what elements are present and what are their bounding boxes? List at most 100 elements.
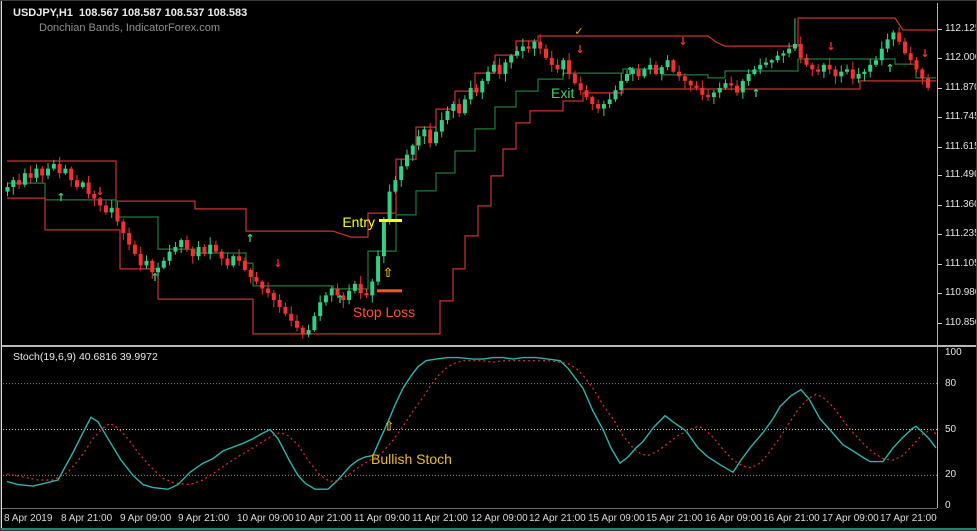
candle-body <box>862 71 867 74</box>
candle-body <box>804 57 809 65</box>
candle-body <box>561 60 566 70</box>
price-axis-label: 112.125 <box>945 23 977 34</box>
entry-level-line <box>379 219 402 222</box>
candle-body <box>167 251 172 261</box>
candle-body <box>86 182 91 194</box>
price-axis-tick <box>938 117 942 118</box>
candle-body <box>219 251 224 259</box>
candle-body <box>694 85 699 88</box>
candle-body <box>491 64 496 72</box>
candle-body <box>103 205 108 213</box>
candle-body <box>897 32 902 42</box>
down-arrow-marker: ↓ <box>95 185 104 198</box>
down-arrow-marker: ↓ <box>575 43 584 56</box>
price-axis-label: 110.850 <box>945 317 977 328</box>
candle-body <box>277 300 282 307</box>
entry-label: Entry <box>342 214 375 230</box>
candle-body <box>532 41 537 49</box>
candle-body <box>920 69 925 79</box>
candle-body <box>781 53 786 56</box>
candle-body <box>439 120 444 132</box>
candle-body <box>792 44 797 49</box>
price-axis-label: 110.980 <box>945 287 977 298</box>
candle-body <box>874 60 878 65</box>
candle-body <box>144 260 149 266</box>
time-axis-label: 12 Apr 09:00 <box>471 513 528 524</box>
stoch-axis-label: 80 <box>945 378 957 389</box>
candle-body <box>468 87 473 100</box>
candle-body <box>370 281 375 296</box>
stop_loss-label: Stop Loss <box>353 304 415 320</box>
price-axis-tick <box>938 264 942 265</box>
up-arrow-marker: ↑ <box>625 65 634 78</box>
candle-body <box>509 55 514 63</box>
candle-body <box>549 57 554 65</box>
candle-body <box>677 71 682 77</box>
candle-body <box>584 90 589 98</box>
candle-body <box>544 48 548 58</box>
price-axis-tick <box>938 175 942 176</box>
candle-body <box>5 187 10 192</box>
candle-body <box>856 74 861 79</box>
candle-body <box>410 145 415 155</box>
price-axis[interactable]: 112.125 112.000 111.870 111.745 111.615 111.4… <box>937 1 977 511</box>
indicator-attribution: Donchian Bands, IndicatorForex.com <box>39 22 220 34</box>
candle-body <box>115 207 120 222</box>
candle-body <box>422 129 427 137</box>
panel-divider[interactable] <box>1 345 976 347</box>
stoch-main-line <box>6 356 937 490</box>
candle-body <box>289 313 294 321</box>
candle-body <box>381 219 386 257</box>
price-axis-label: 111.105 <box>945 258 977 269</box>
candle-body <box>213 244 218 252</box>
candle-body <box>839 71 844 77</box>
candle-body <box>248 270 253 277</box>
candle-body <box>648 64 653 70</box>
up-arrow-marker: ↑ <box>335 293 344 306</box>
candle-body <box>503 62 508 74</box>
exit-label: Exit <box>551 85 574 101</box>
candle-body <box>567 60 572 74</box>
candle-body <box>613 90 618 100</box>
down-arrow-marker: ↓ <box>273 257 282 270</box>
stoch-hollow-up-arrow-marker: ⇧ <box>384 419 395 434</box>
candle-body <box>196 247 201 257</box>
candle-body <box>480 80 485 93</box>
time-axis-label: 16 Apr 09:00 <box>705 513 762 524</box>
candle-body <box>735 85 739 93</box>
time-axis[interactable]: 8 Apr 2019 8 Apr 21:00 9 Apr 09:00 9 Apr 21… <box>1 509 976 530</box>
candle-body <box>833 69 838 77</box>
stoch-axis-label: 100 <box>945 347 962 358</box>
candle-body <box>572 74 577 84</box>
price-axis-label: 111.745 <box>945 111 977 122</box>
up-arrow-marker: ↑ <box>751 87 760 100</box>
candle-body <box>717 87 722 93</box>
candle-body <box>428 129 433 144</box>
candle-body <box>619 80 624 91</box>
candle-body <box>445 110 450 121</box>
time-axis-label: 17 Apr 21:00 <box>880 513 937 524</box>
candle-body <box>497 64 502 74</box>
price-axis-label: 111.235 <box>945 228 977 239</box>
candle-body <box>486 71 491 81</box>
time-axis-label: 12 Apr 21:00 <box>529 513 586 524</box>
price-axis-label: 111.615 <box>945 141 977 152</box>
candle-body <box>347 290 352 300</box>
time-axis-label: 17 Apr 09:00 <box>822 513 879 524</box>
candle-body <box>775 55 780 61</box>
candle-body <box>706 94 711 98</box>
stoch-indicator-canvas[interactable]: ⇧ Bullish Stoch <box>3 347 937 509</box>
stoch-axis-label: 20 <box>945 469 957 480</box>
candle-body <box>879 48 884 61</box>
candle-body <box>225 258 230 266</box>
candle-body <box>376 256 381 282</box>
donchian-lower-band <box>7 80 936 335</box>
time-axis-label: 9 Apr 21:00 <box>178 513 230 524</box>
check-arrow-marker: ✓ <box>574 25 583 38</box>
candle-body <box>816 69 821 72</box>
stoch-axis-label: 50 <box>945 424 957 435</box>
main-chart-canvas[interactable]: ↑ ↓ ↑ ↑ ↓ ↑ ⇧ ✓ ↓ ↑ ↓ ↑ ↓ ↑ ↓ Entry Stop Loss Exit <box>3 3 937 346</box>
candle-body <box>654 64 658 74</box>
candle-body <box>28 173 33 178</box>
candle-body <box>642 69 647 77</box>
